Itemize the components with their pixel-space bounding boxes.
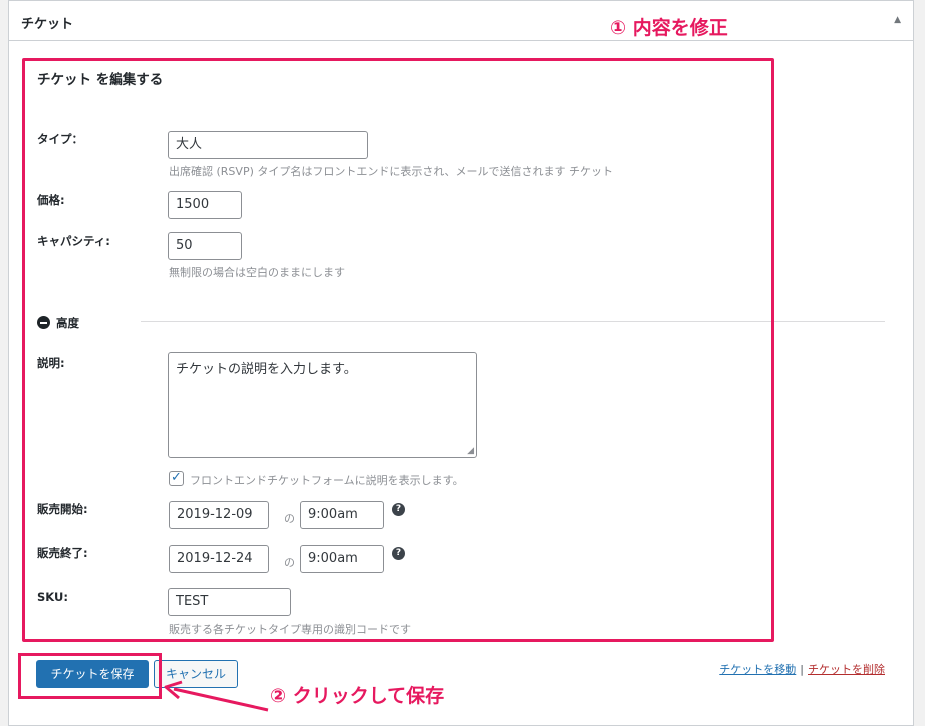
link-separator: | [800,663,804,676]
save-button-highlight [18,653,162,699]
edit-area-highlight [22,58,774,642]
collapse-arrow-icon[interactable]: ▲ [894,15,901,25]
ticket-action-links: チケットを移動 | チケットを削除 [719,661,885,677]
pointer-arrow-icon [164,680,269,712]
step2-annotation: ② クリックして保存 [270,685,445,707]
metabox-title: チケット [21,17,74,32]
step1-annotation: ① 内容を修正 [610,17,728,39]
metabox-header: チケット ▲ [9,1,913,41]
delete-ticket-link[interactable]: チケットを削除 [808,663,885,676]
move-ticket-link[interactable]: チケットを移動 [719,663,796,676]
